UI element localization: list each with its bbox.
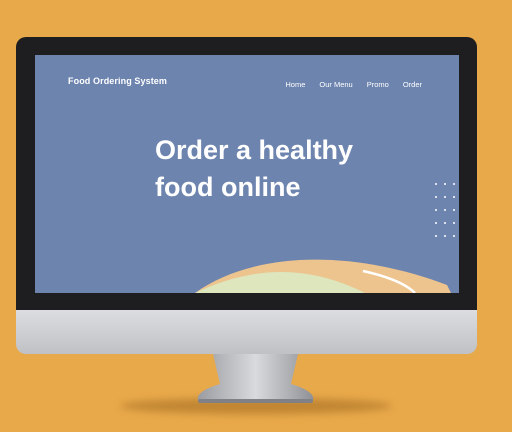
monitor-stand — [197, 354, 314, 403]
decorative-hill-illustration — [195, 259, 451, 293]
website-screen: Food Ordering System Home Our Menu Promo… — [35, 55, 459, 293]
scene-background: Food Ordering System Home Our Menu Promo… — [0, 0, 512, 432]
monitor-chin — [16, 310, 477, 354]
